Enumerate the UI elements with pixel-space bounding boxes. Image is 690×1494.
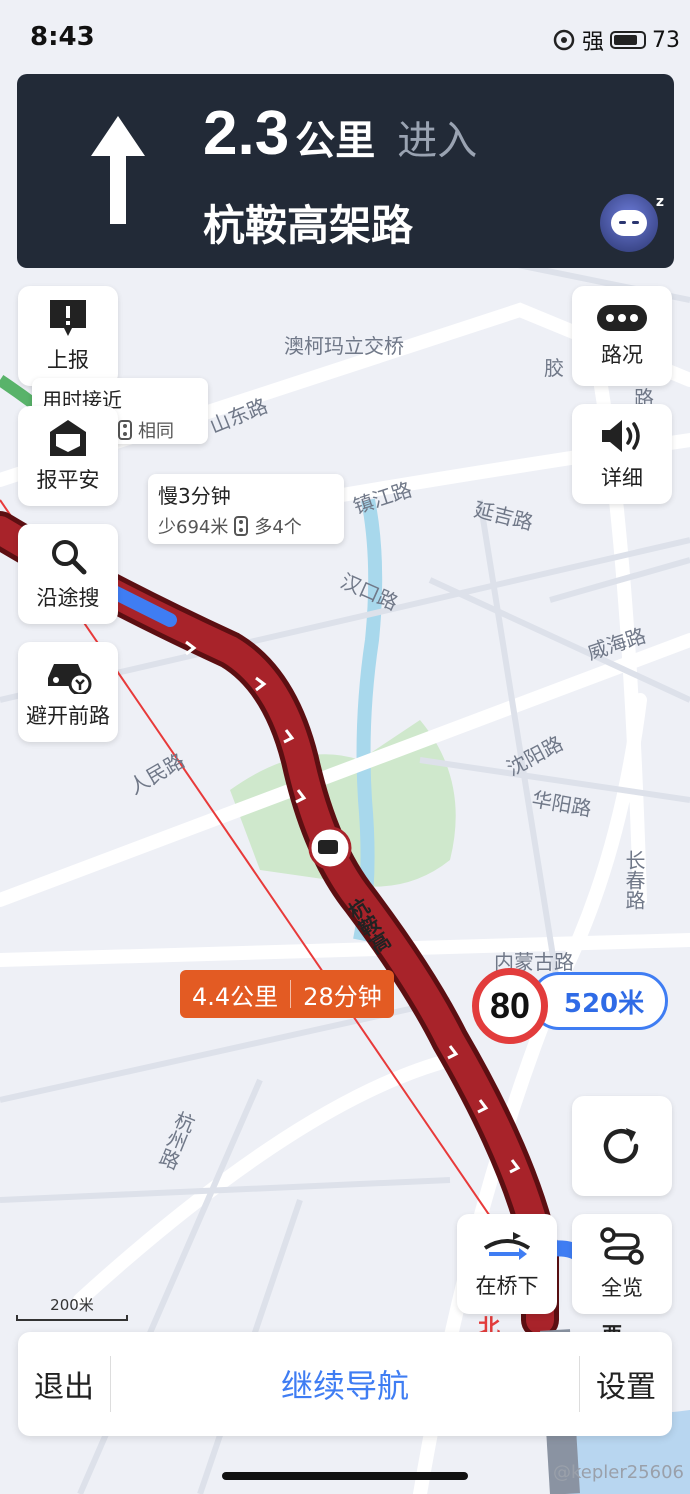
avoid-road-button[interactable]: 避开前路	[18, 642, 118, 742]
eta-time: 28分钟	[303, 982, 382, 1011]
avoid-road-label: 避开前路	[26, 704, 110, 728]
safe-report-button[interactable]: 报平安	[18, 406, 118, 506]
assistant-face-icon	[611, 210, 647, 236]
guidance-distance-row: 2.3 公里 进入	[203, 98, 477, 169]
eta-badge[interactable]: 4.4公里 28分钟	[180, 970, 394, 1018]
map-label-changchun-road: 长春路	[622, 850, 646, 910]
status-bar: 8:43 强 73	[0, 0, 690, 76]
scale-bar	[16, 1315, 128, 1321]
more-dots-icon	[597, 305, 647, 331]
battery-level: 73	[652, 27, 680, 53]
home-indicator[interactable]	[222, 1472, 468, 1480]
alt-route-2-title: 慢3分钟	[158, 484, 231, 508]
continue-navigation-button[interactable]: 继续导航	[111, 1361, 579, 1407]
hotspot-icon	[553, 29, 575, 51]
bridge-switch-icon	[483, 1232, 531, 1260]
bottom-action-bar: 退出 继续导航 设置	[18, 1332, 672, 1436]
under-bridge-button[interactable]: 在桥下	[457, 1214, 557, 1314]
overview-label: 全览	[601, 1276, 643, 1300]
safe-report-label: 报平安	[36, 468, 100, 492]
alt-route-2-lights: 多4个	[254, 517, 302, 538]
report-label: 上报	[47, 348, 89, 372]
traffic-light-icon	[234, 516, 249, 536]
alt-route-2-info: 少694米 多4个	[158, 513, 334, 539]
watermark-text: @kepler25606	[552, 1462, 684, 1483]
eta-distance: 4.4公里	[192, 982, 279, 1011]
battery-icon	[610, 31, 646, 49]
sleep-indicator: z	[655, 194, 664, 210]
guidance-action: 进入	[397, 118, 478, 164]
search-along-label: 沿途搜	[36, 586, 100, 610]
map-label-aoke-bridge: 澳柯玛立交桥	[284, 334, 404, 358]
navigation-guidance-card[interactable]: 2.3 公里 进入 杭鞍高架路 z	[17, 74, 674, 268]
map-label-jiaoji-road: 胶	[544, 356, 564, 380]
traffic-button[interactable]: 路况	[572, 286, 672, 386]
status-time: 8:43	[30, 22, 95, 52]
speed-camera-distance: 520米	[530, 972, 668, 1030]
refresh-icon	[603, 1128, 639, 1164]
overview-button[interactable]: 全览	[572, 1214, 672, 1314]
status-indicators: 强 73	[552, 24, 680, 56]
route-overview-icon	[600, 1227, 644, 1265]
search-icon	[52, 540, 87, 575]
signal-label: 强	[581, 30, 604, 55]
report-icon	[50, 300, 86, 336]
detail-voice-button[interactable]: 详细	[572, 404, 672, 504]
speed-limit-sign: 80	[472, 968, 548, 1044]
under-bridge-label: 在桥下	[475, 1274, 539, 1298]
guidance-distance: 2.3	[203, 99, 290, 168]
avoid-car-icon	[48, 664, 92, 694]
traffic-light-icon	[118, 420, 132, 440]
refresh-route-button[interactable]	[572, 1096, 672, 1196]
detail-label: 详细	[601, 466, 643, 490]
alt-route-2-distance: 少694米	[158, 517, 229, 538]
exit-button[interactable]: 退出	[18, 1362, 110, 1406]
report-button[interactable]: 上报	[18, 286, 118, 386]
alt-route-1-lights: 相同	[138, 421, 174, 442]
guidance-unit: 公里	[295, 118, 376, 164]
voice-assistant-avatar[interactable]	[600, 194, 658, 252]
alt-route-bubble-2[interactable]: 慢3分钟 少694米 多4个	[148, 474, 344, 544]
guidance-road-name: 杭鞍高架路	[203, 201, 414, 250]
eta-divider	[290, 980, 292, 1008]
settings-button[interactable]: 设置	[580, 1362, 672, 1406]
envelope-icon	[50, 420, 86, 456]
speaker-icon	[602, 420, 640, 452]
scale-label: 200米	[50, 1296, 94, 1314]
search-along-button[interactable]: 沿途搜	[18, 524, 118, 624]
traffic-label: 路况	[601, 343, 643, 367]
map-scale: 200米	[16, 1294, 128, 1321]
straight-arrow-icon	[91, 116, 145, 224]
